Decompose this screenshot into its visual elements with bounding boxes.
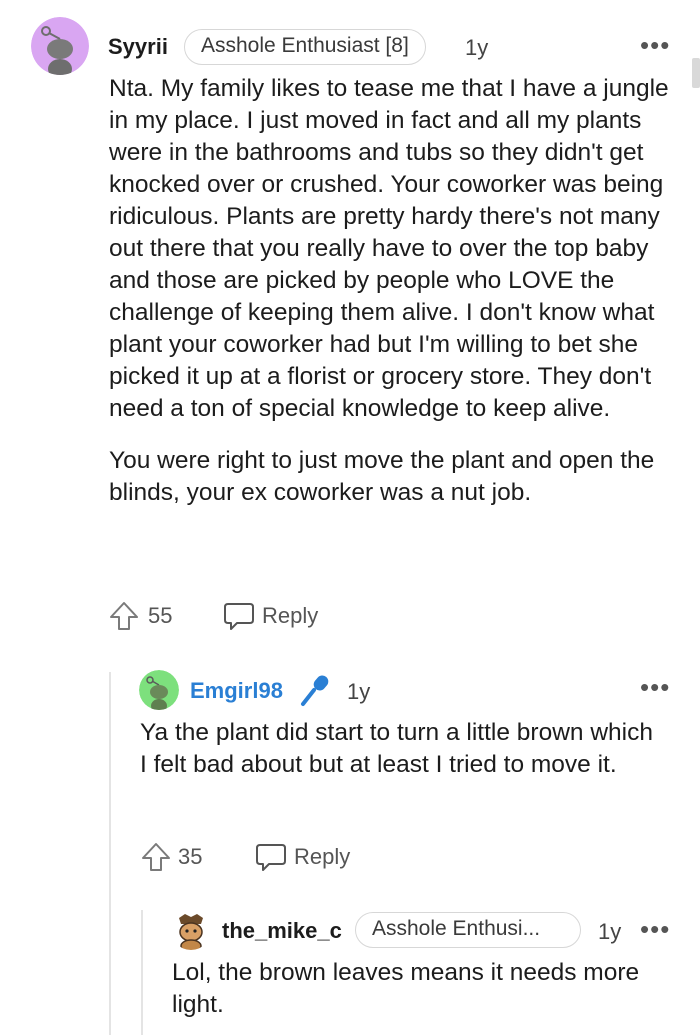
snoo-avatar-icon — [171, 910, 211, 950]
upvote-button[interactable]: 55 — [108, 598, 172, 634]
avatar[interactable] — [171, 910, 211, 950]
comment-age: 1y — [465, 35, 489, 60]
comment-username[interactable]: Syyrii — [108, 34, 168, 60]
microphone-icon — [298, 672, 334, 713]
comment-body: Nta. My family likes to tease me that I … — [109, 73, 679, 509]
avatar[interactable] — [31, 17, 89, 75]
snoo-avatar-icon — [31, 17, 89, 75]
reply-label: Reply — [262, 603, 319, 628]
user-flair: Asshole Enthusiast [8] — [184, 29, 426, 65]
comment-body: Lol, the brown leaves means it needs mor… — [172, 959, 640, 1018]
more-options-icon[interactable]: ••• — [640, 916, 670, 942]
comment-username[interactable]: Emgirl98 — [190, 678, 283, 704]
reply-button[interactable]: Reply — [222, 598, 318, 634]
comment-body: Ya the plant did start to turn a little … — [140, 719, 653, 778]
comment-age: 1y — [347, 679, 371, 704]
reply-bubble-icon — [224, 603, 254, 630]
vote-count: 35 — [178, 844, 203, 869]
comment-age: 1y — [598, 919, 622, 944]
upvote-button[interactable]: 35 — [140, 839, 202, 875]
reply-bubble-icon — [256, 844, 286, 871]
upvote-arrow-icon — [142, 843, 170, 871]
comment-username[interactable]: the_mike_c — [222, 918, 342, 944]
thread-line[interactable] — [109, 672, 111, 1035]
vote-count: 55 — [148, 603, 173, 628]
user-flair: Asshole Enthusi... — [355, 912, 581, 948]
comment-paragraph: You were right to just move the plant an… — [109, 447, 655, 506]
reply-label: Reply — [294, 844, 351, 869]
reply-button[interactable]: Reply — [254, 839, 350, 875]
avatar[interactable] — [139, 670, 179, 710]
snoo-avatar-icon — [139, 670, 179, 710]
upvote-arrow-icon — [110, 602, 138, 630]
comment-paragraph: Nta. My family likes to tease me that I … — [109, 75, 669, 422]
more-options-icon[interactable]: ••• — [640, 32, 670, 58]
thread-line[interactable] — [141, 910, 143, 1035]
scrollbar-thumb[interactable] — [692, 58, 700, 88]
more-options-icon[interactable]: ••• — [640, 674, 670, 700]
